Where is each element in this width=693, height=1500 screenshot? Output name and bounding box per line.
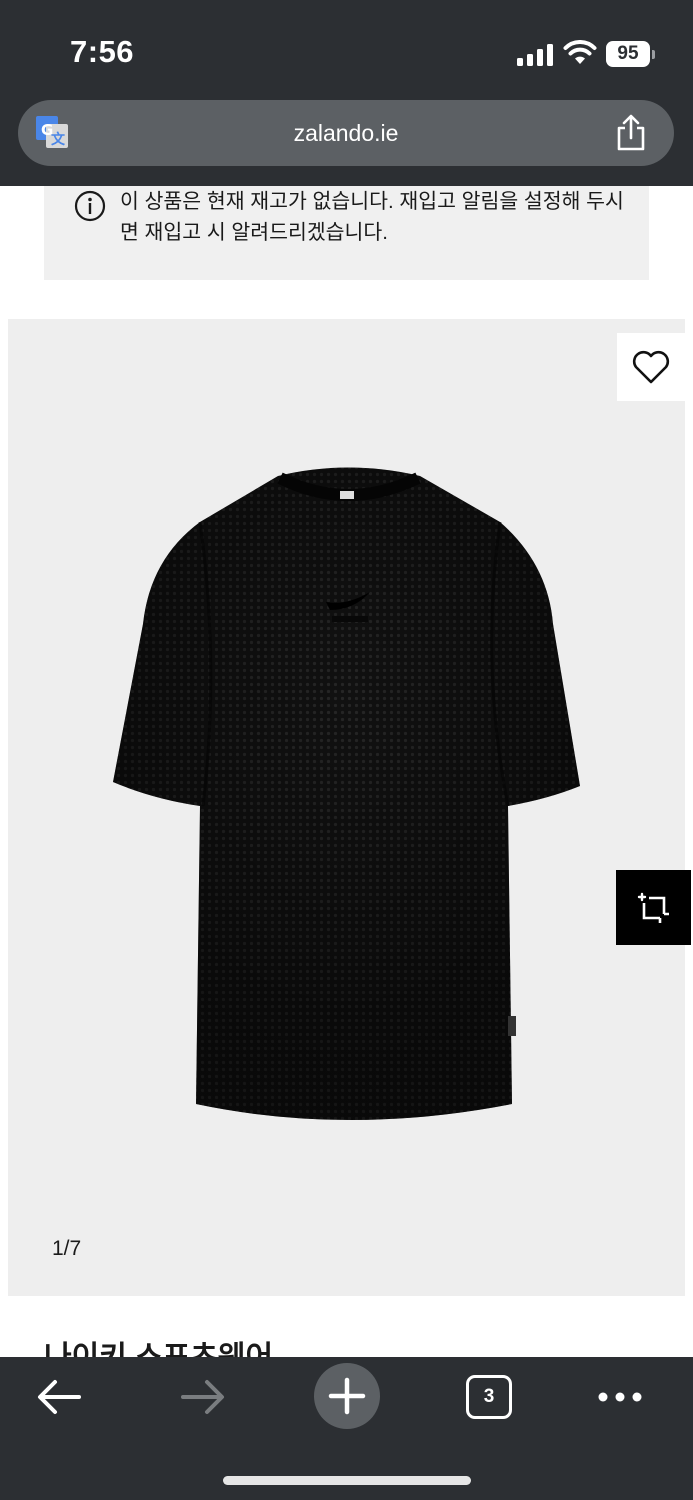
product-image[interactable] [108,464,588,1144]
crop-icon [637,892,669,923]
product-title: 나이키 스포츠웨어 [44,1341,274,1358]
browser-bottom-toolbar: 3 [0,1357,693,1500]
battery-icon: 95 [606,41,655,67]
info-icon [74,190,106,222]
tab-switcher-button[interactable]: 3 [466,1375,512,1419]
home-indicator[interactable] [223,1476,471,1485]
similar-items-button[interactable] [616,870,691,945]
back-arrow-icon[interactable] [29,1367,89,1427]
browser-top-bar: 7:56 95 G 文 zalando.ie [0,0,693,186]
cellular-signal-icon [517,44,553,66]
address-bar[interactable]: G 文 zalando.ie [18,100,674,166]
product-image-gallery[interactable]: 1/7 [8,319,691,1296]
wishlist-button[interactable] [617,333,685,401]
battery-level: 95 [606,41,650,67]
url-text[interactable]: zalando.ie [18,120,674,147]
share-icon[interactable] [614,114,648,152]
forward-arrow-icon[interactable] [173,1367,233,1427]
wifi-icon [563,40,597,64]
more-menu-icon[interactable] [590,1367,650,1427]
status-time: 7:56 [70,34,135,69]
heart-icon [632,350,670,384]
notice-text: 이 상품은 현재 재고가 없습니다. 재입고 알림을 설정해 두시면 재입고 시… [120,190,624,244]
out-of-stock-notice: 이 상품은 현재 재고가 없습니다. 재입고 알림을 설정해 두시면 재입고 시… [44,186,649,280]
image-pager: 1/7 [52,1237,82,1260]
plus-icon [328,1377,366,1415]
new-tab-button[interactable] [314,1363,380,1429]
